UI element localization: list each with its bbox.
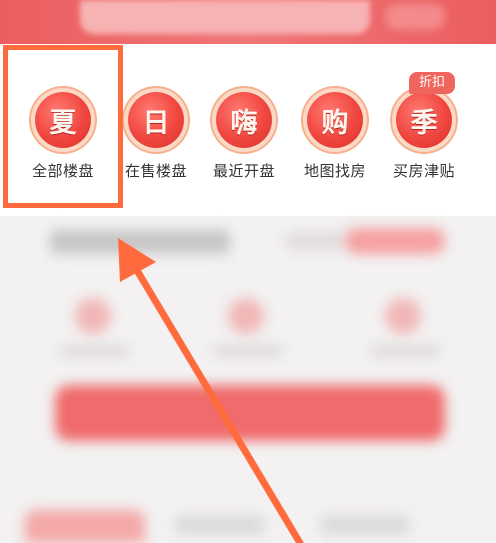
arrow-shaft (128, 258, 304, 543)
pointer-arrow (118, 238, 304, 543)
